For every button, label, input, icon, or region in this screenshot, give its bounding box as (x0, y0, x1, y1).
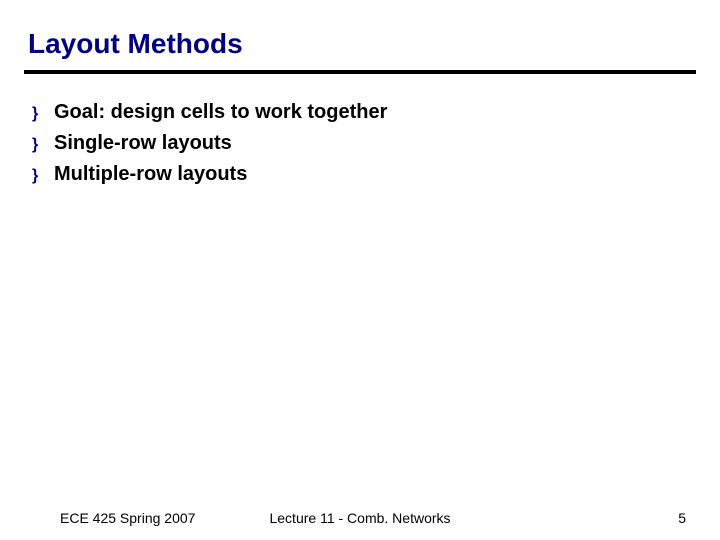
bullet-icon: } (32, 133, 54, 156)
bullet-icon: } (32, 164, 54, 187)
bullet-text: Goal: design cells to work together (54, 98, 387, 127)
list-item: } Goal: design cells to work together (32, 98, 692, 127)
footer-center: Lecture 11 - Comb. Networks (0, 510, 720, 526)
bullet-text: Multiple-row layouts (54, 160, 247, 189)
page-title: Layout Methods (28, 28, 692, 60)
bullet-list: } Goal: design cells to work together } … (28, 98, 692, 189)
list-item: } Multiple-row layouts (32, 160, 692, 189)
title-divider (24, 70, 696, 74)
bullet-icon: } (32, 102, 54, 125)
bullet-text: Single-row layouts (54, 129, 232, 158)
slide: Layout Methods } Goal: design cells to w… (0, 0, 720, 540)
list-item: } Single-row layouts (32, 129, 692, 158)
footer-page-number: 5 (678, 510, 686, 526)
